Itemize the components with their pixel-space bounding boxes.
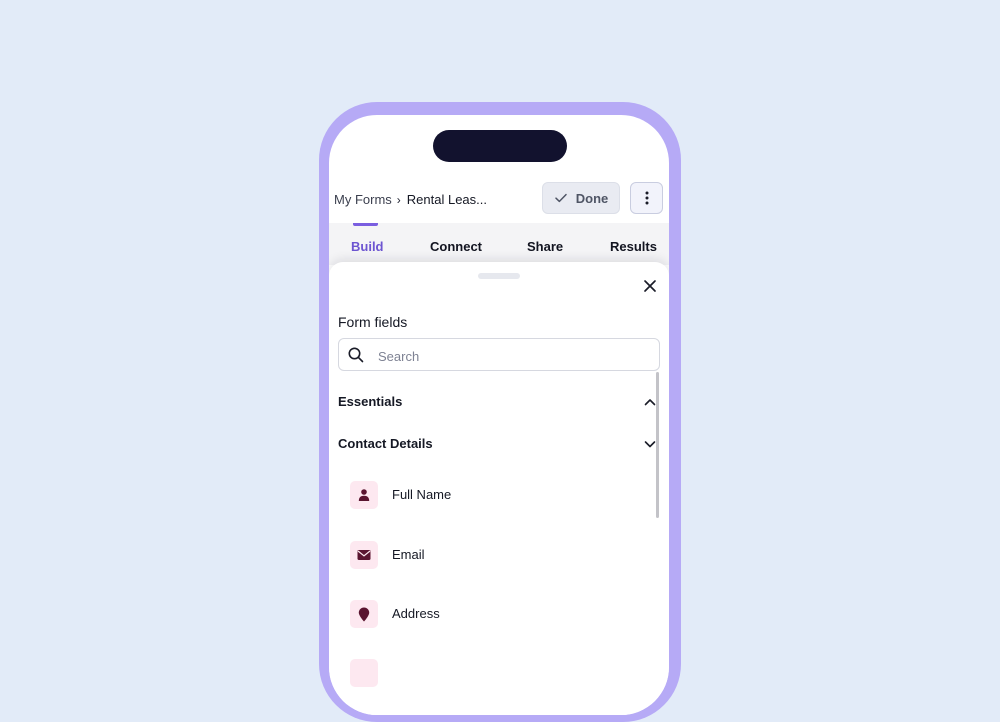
top-bar: My Forms › Rental Leas... Done	[329, 177, 669, 224]
section-essentials[interactable]: Essentials	[338, 391, 660, 413]
section-contact-details-label: Contact Details	[338, 436, 433, 451]
person-icon	[358, 489, 370, 501]
more-vertical-icon	[645, 191, 648, 205]
section-contact-details[interactable]: Contact Details	[338, 433, 660, 455]
chevron-down-icon	[644, 441, 656, 448]
tab-results[interactable]: Results	[610, 239, 657, 254]
breadcrumb-separator: ›	[396, 193, 401, 207]
search-input[interactable]	[376, 345, 650, 367]
sheet-drag-handle[interactable]	[478, 273, 520, 279]
field-icon-tile	[350, 481, 378, 509]
tab-bar: Build Connect Share Results	[329, 223, 669, 265]
search-icon	[348, 347, 364, 363]
field-icon-tile	[350, 659, 378, 687]
done-button-label: Done	[575, 190, 609, 206]
map-pin-icon	[358, 607, 370, 621]
breadcrumb: My Forms › Rental Leas...	[334, 192, 487, 207]
more-options-button[interactable]	[630, 182, 663, 214]
field-label: Full Name	[392, 487, 452, 502]
field-icon-tile	[350, 600, 378, 628]
done-button[interactable]: Done	[542, 182, 620, 214]
sheet-title: Form fields	[338, 314, 408, 330]
phone-screen: My Forms › Rental Leas... Done Build Conne…	[329, 115, 669, 715]
tab-connect[interactable]: Connect	[430, 239, 482, 254]
breadcrumb-my-forms[interactable]: My Forms	[334, 192, 392, 207]
field-partial-next[interactable]	[350, 659, 640, 687]
search-field[interactable]	[338, 338, 660, 371]
chevron-up-icon	[644, 399, 656, 406]
check-icon	[555, 193, 567, 203]
dynamic-island	[433, 130, 567, 162]
envelope-icon	[357, 550, 371, 560]
tab-share[interactable]: Share	[527, 239, 563, 254]
field-full-name[interactable]: Full Name	[350, 481, 640, 509]
close-icon[interactable]	[641, 277, 659, 295]
form-fields-sheet: Form fields Essentials Contact Details	[329, 262, 669, 715]
tab-build[interactable]: Build	[351, 239, 384, 254]
field-label: Address	[392, 606, 440, 621]
field-label: Email	[392, 547, 425, 562]
field-address[interactable]: Address	[350, 600, 640, 628]
field-icon-tile	[350, 541, 378, 569]
active-tab-indicator	[353, 223, 378, 226]
section-essentials-label: Essentials	[338, 394, 403, 409]
breadcrumb-current-form: Rental Leas...	[406, 192, 487, 207]
field-email[interactable]: Email	[350, 541, 640, 569]
